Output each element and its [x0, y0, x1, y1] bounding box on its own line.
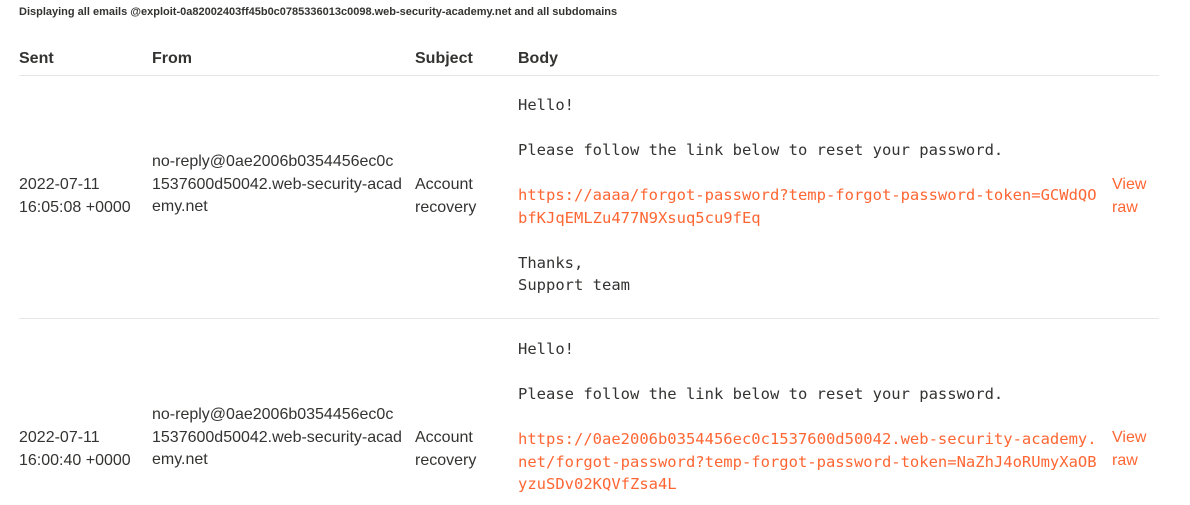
reset-password-link[interactable]: https://aaaa/forgot-password?temp-forgot…	[518, 184, 1098, 229]
body-cell: Hello! Please follow the link below to r…	[518, 94, 1103, 297]
mailbox-banner: Displaying all emails @exploit-0a8200240…	[19, 6, 618, 18]
header-body: Body	[518, 50, 558, 67]
body-cell: Hello! Please follow the link below to r…	[518, 338, 1103, 496]
subject-cell: Account recovery	[415, 429, 477, 469]
header-sent: Sent	[19, 50, 54, 67]
reset-password-link[interactable]: https://0ae2006b0354456ec0c1537600d50042…	[518, 428, 1098, 496]
view-raw-link[interactable]: View raw	[1112, 174, 1152, 219]
sent-cell: 2022-07-11 16:00:40 +0000	[19, 427, 144, 472]
email-row: 2022-07-11 16:05:08 +0000 no-reply@0ae20…	[19, 76, 1159, 319]
from-cell: no-reply@0ae2006b0354456ec0c1537600d5004…	[152, 153, 402, 215]
subject-cell: Account recovery	[415, 176, 477, 216]
body-instruction: Please follow the link below to reset yo…	[518, 141, 1004, 159]
header-from: From	[152, 50, 192, 67]
body-greeting: Hello!	[518, 96, 574, 114]
body-instruction: Please follow the link below to reset yo…	[518, 385, 1004, 403]
sent-cell: 2022-07-11 16:05:08 +0000	[19, 174, 144, 219]
header-subject: Subject	[415, 50, 473, 67]
email-row: 2022-07-11 16:00:40 +0000 no-reply@0ae20…	[19, 319, 1159, 505]
body-signature: Support team	[518, 276, 630, 294]
sent-date: 2022-07-11	[19, 429, 100, 446]
view-raw-link[interactable]: View raw	[1112, 427, 1152, 472]
body-greeting: Hello!	[518, 340, 574, 358]
sent-time: 16:00:40 +0000	[19, 451, 131, 469]
sent-time: 16:05:08 +0000	[19, 198, 131, 216]
sent-date: 2022-07-11	[19, 176, 100, 193]
from-cell: no-reply@0ae2006b0354456ec0c1537600d5004…	[152, 406, 402, 468]
email-client-page: Displaying all emails @exploit-0a8200240…	[0, 0, 1190, 505]
body-signoff: Thanks,	[518, 253, 584, 272]
email-table-header: Sent From Subject Body	[19, 49, 1159, 76]
